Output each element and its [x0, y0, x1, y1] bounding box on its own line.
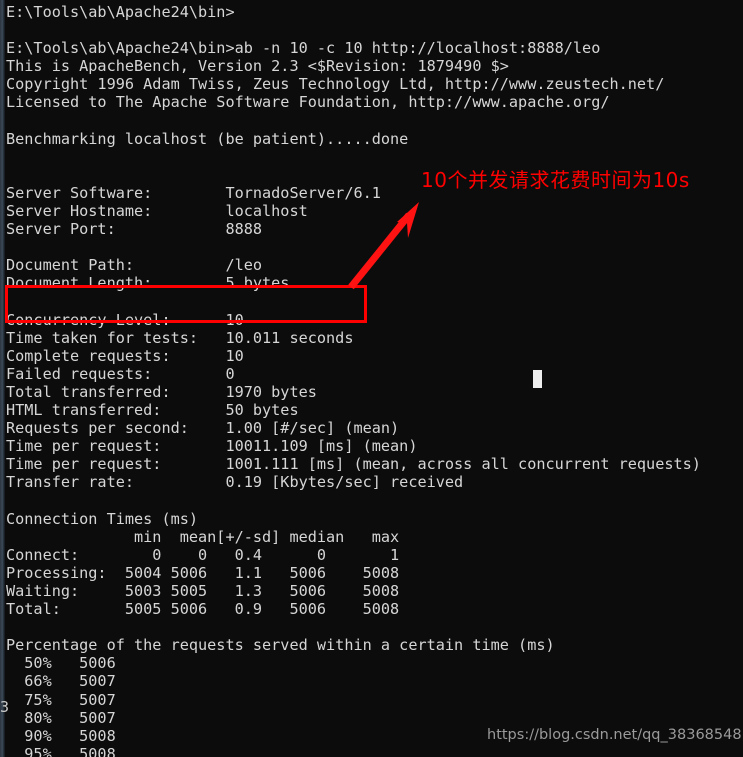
stray-glyph: 3: [0, 698, 10, 716]
terminal-line: Server Hostname: localhost: [6, 202, 308, 221]
terminal-line: Total transferred: 1970 bytes: [6, 382, 317, 401]
terminal-line: Benchmarking localhost (be patient).....…: [6, 129, 409, 148]
terminal-line: Waiting: 5003 5005 1.3 5006 5008: [6, 582, 400, 600]
terminal-line: Requests per second: 1.00 [#/sec] (mean): [6, 419, 400, 438]
terminal-line: Server Port: 8888: [6, 220, 263, 239]
watermark: https://blog.csdn.net/qq_38368548: [487, 727, 742, 743]
terminal-line: 75% 5007: [6, 690, 116, 709]
terminal-line: HTML transferred: 50 bytes: [6, 401, 299, 420]
terminal-line: 50% 5006: [6, 654, 116, 673]
terminal-line: Concurrency Level: 10: [6, 310, 244, 329]
terminal-line: Processing: 5004 5006 1.1 5006 5008: [6, 563, 400, 582]
terminal-line: Percentage of the requests served within…: [6, 636, 555, 655]
terminal-line: Document Path: /leo: [6, 256, 263, 275]
text-cursor: [533, 370, 542, 388]
terminal-line: Time taken for tests: 10.011 seconds: [6, 328, 354, 347]
terminal-line: Connect: 0 0 0.4 0 1: [6, 545, 400, 564]
terminal-line: min mean[+/-sd] median max: [6, 527, 400, 546]
terminal-line: E:\Tools\ab\Apache24\bin>: [6, 3, 235, 21]
terminal-line: Connection Times (ms): [6, 509, 199, 528]
terminal-line: Time per request: 1001.111 [ms] (mean, a…: [6, 455, 701, 474]
terminal-line: 66% 5007: [6, 672, 116, 691]
terminal-line: Licensed to The Apache Software Foundati…: [6, 93, 610, 112]
terminal-line: Total: 5005 5006 0.9 5006 5008: [6, 600, 400, 619]
terminal-line: Complete requests: 10: [6, 346, 244, 365]
annotation-text: 10个并发请求花费时间为10s: [421, 168, 690, 192]
terminal-line: Transfer rate: 0.19 [Kbytes/sec] receive…: [6, 473, 464, 492]
terminal-line: 80% 5007: [6, 708, 116, 727]
terminal-line: Copyright 1996 Adam Twiss, Zeus Technolo…: [6, 75, 665, 94]
terminal-line: 95% 5008: [6, 744, 116, 757]
terminal-line: This is ApacheBench, Version 2.3 <$Revis…: [6, 57, 509, 76]
terminal-line: Time per request: 10011.109 [ms] (mean): [6, 437, 418, 456]
terminal-line: Document Length: 5 bytes: [6, 274, 290, 293]
terminal-output[interactable]: E:\Tools\ab\Apache24\bin> E:\Tools\ab\Apa…: [6, 3, 741, 757]
terminal-line: Failed requests: 0: [6, 364, 235, 383]
console-window[interactable]: E:\Tools\ab\Apache24\bin> E:\Tools\ab\Apa…: [0, 0, 743, 757]
terminal-line: E:\Tools\ab\Apache24\bin>ab -n 10 -c 10 …: [6, 39, 601, 58]
